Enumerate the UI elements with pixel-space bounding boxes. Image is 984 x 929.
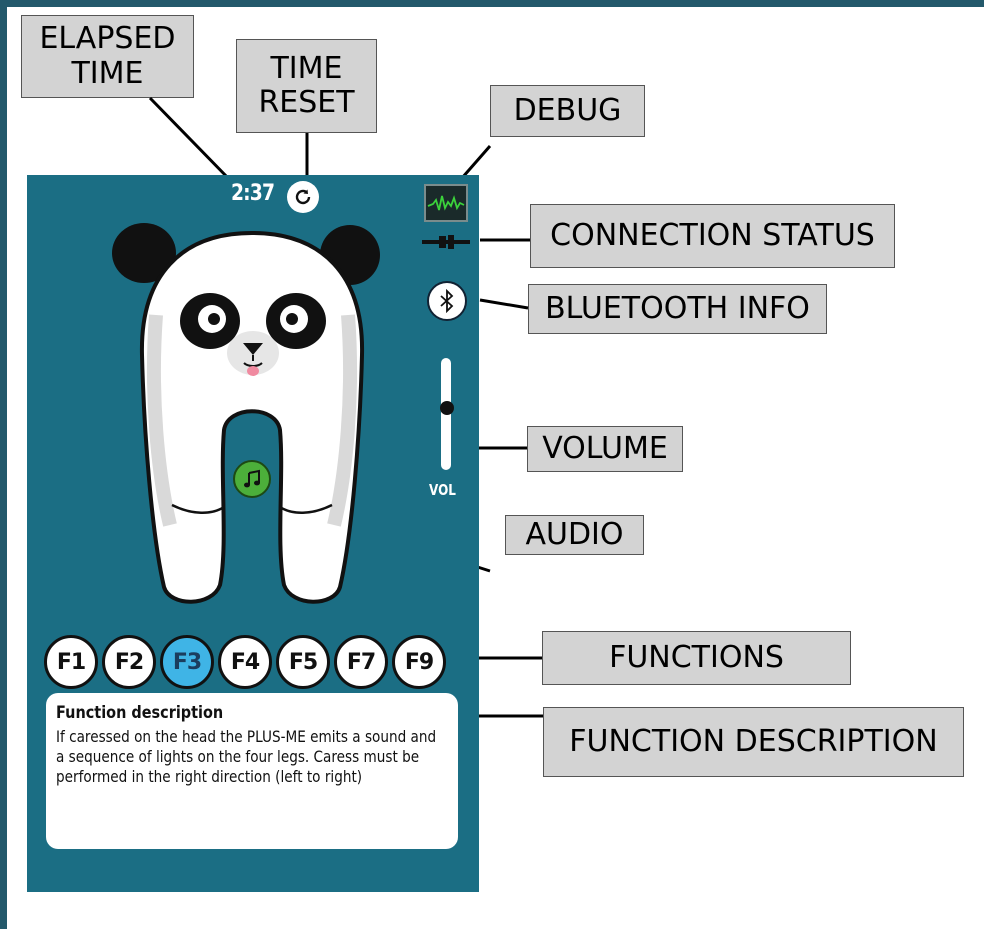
leader-elapsed-time	[148, 96, 232, 182]
panda-body	[139, 230, 365, 604]
function-description-title: Function description	[56, 703, 224, 723]
debug-button[interactable]	[424, 184, 468, 222]
function-description-text: If caressed on the head the PLUS-ME emit…	[56, 727, 437, 786]
function-description-panel: Function description If caressed on the …	[46, 693, 458, 849]
function-button-f4[interactable]: F4	[218, 635, 272, 689]
volume-label: VOL	[429, 481, 456, 499]
audio-button[interactable]	[233, 460, 271, 498]
app-screen: 2:37 VOL F1 F2 F3 F4 F5 F7 F9 Function d…	[27, 175, 479, 892]
leader-debug	[460, 145, 492, 179]
refresh-icon	[295, 189, 311, 205]
panda-character	[112, 223, 380, 604]
music-note-icon	[244, 469, 260, 488]
bluetooth-info-button[interactable]	[427, 281, 467, 321]
function-buttons: F1 F2 F3 F4 F5 F7 F9	[44, 635, 446, 689]
volume-slider-thumb[interactable]	[440, 401, 454, 416]
function-button-f3[interactable]: F3	[160, 635, 214, 689]
function-button-f1[interactable]: F1	[44, 635, 98, 689]
function-button-f9[interactable]: F9	[392, 635, 446, 689]
function-button-f7[interactable]: F7	[334, 635, 388, 689]
time-reset-button[interactable]	[287, 181, 319, 213]
panda-tongue	[247, 366, 259, 376]
waveform-icon	[427, 195, 465, 211]
leader-bluetooth	[479, 298, 529, 310]
function-button-f5[interactable]: F5	[276, 635, 330, 689]
bluetooth-icon	[440, 289, 454, 313]
function-button-f2[interactable]: F2	[102, 635, 156, 689]
elapsed-time: 2:37	[231, 181, 275, 206]
plug-icon	[422, 235, 470, 249]
